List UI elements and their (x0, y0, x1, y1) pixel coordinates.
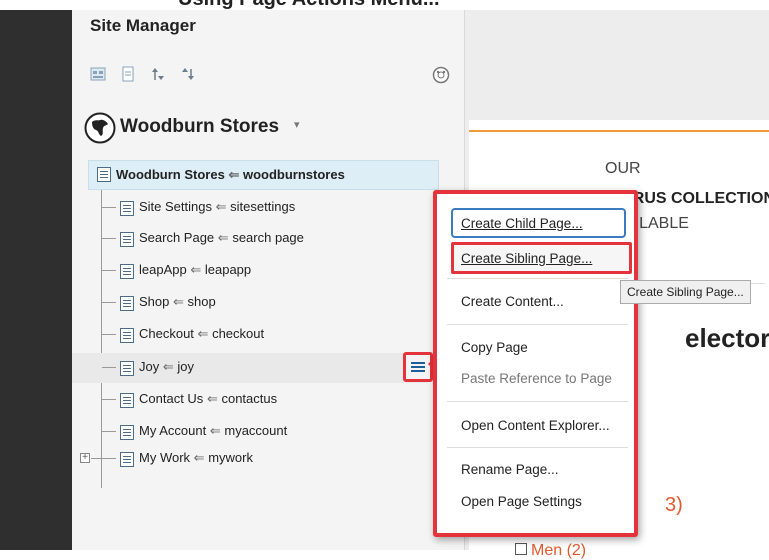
tree-item-my-account[interactable]: My Account ⇐ myaccount (72, 417, 464, 447)
open-content-explorer-item[interactable]: Open Content Explorer... (461, 418, 610, 433)
toolbar (90, 66, 450, 84)
tree-item-leapapp[interactable]: leapApp ⇐ leapapp (72, 256, 464, 286)
site-map-icon[interactable] (90, 66, 106, 82)
page-tree: Woodburn Stores ⇐ woodburnstores Site Se… (72, 160, 464, 488)
page-icon (95, 165, 111, 182)
menu-item-label: Create Child Page... (461, 216, 583, 231)
site-name: Woodburn Stores (120, 116, 280, 137)
banner-our: OUR (605, 160, 641, 177)
top-strip: Using Page Actions Menu... (0, 0, 769, 10)
tree-node-label: My Work ⇐ mywork (139, 450, 253, 465)
tooltip: Create Sibling Page... (620, 280, 751, 304)
page-icon (118, 450, 134, 467)
copy-page-item[interactable]: Copy Page (461, 340, 528, 355)
tree-node-label: Search Page ⇐ search page (139, 230, 304, 245)
site-manager-panel: Site Manager Woodburn Stores ▾ Woodburn … (72, 10, 465, 550)
tree-item-checkout[interactable]: Checkout ⇐ checkout (72, 320, 464, 350)
globe-icon (84, 112, 116, 144)
menu-item-label: Create Sibling Page... (461, 251, 593, 266)
left-navigation-rail (0, 10, 72, 550)
move-up-icon[interactable] (150, 66, 166, 82)
create-sibling-page-item[interactable]: Create Sibling Page... (451, 242, 632, 274)
page-icon (118, 262, 134, 279)
panel-title: Site Manager (90, 16, 196, 35)
tree-node-label: leapApp ⇐ leapapp (139, 262, 252, 277)
page-icon (118, 423, 134, 440)
site-selector[interactable]: Woodburn Stores ▾ (84, 112, 444, 148)
tree-node-label: Checkout ⇐ checkout (139, 326, 265, 341)
menu-separator (447, 324, 628, 325)
menu-separator (447, 447, 628, 448)
tree-node-label: Site Settings ⇐ sitesettings (139, 199, 296, 214)
page-icon (118, 391, 134, 408)
tree-item-joy[interactable]: Joy ⇐ joy (72, 353, 428, 383)
divider (469, 130, 769, 132)
tree-item-my-work[interactable]: + My Work ⇐ mywork (72, 448, 464, 478)
open-page-settings-item[interactable]: Open Page Settings (461, 494, 582, 509)
tree-root-woodburn-stores[interactable]: Woodburn Stores ⇐ woodburnstores (88, 160, 439, 190)
selector-heading: elector (685, 323, 769, 353)
page-icon (118, 199, 134, 216)
tree-node-label: Woodburn Stores ⇐ woodburnstores (116, 167, 345, 182)
hamburger-icon (411, 366, 425, 368)
chevron-down-icon[interactable]: ▾ (294, 118, 300, 131)
count-text: 3) (665, 494, 683, 516)
create-child-page-item[interactable]: Create Child Page... (451, 208, 626, 238)
tree-node-label: Contact Us ⇐ contactus (139, 391, 278, 406)
page-actions-menu: Create Child Page... Create Sibling Page… (433, 190, 638, 537)
tree-node-label: Joy ⇐ joy (139, 359, 195, 374)
tree-item-contact-us[interactable]: Contact Us ⇐ contactus (72, 385, 464, 415)
globe-settings-icon[interactable] (432, 66, 450, 84)
page-icon[interactable] (120, 66, 136, 82)
page-icon (118, 326, 134, 343)
tree-node-label: Shop ⇐ shop (139, 294, 216, 309)
rename-page-item[interactable]: Rename Page... (461, 462, 559, 477)
page-icon (118, 359, 134, 376)
page-icon (118, 230, 134, 247)
create-content-item[interactable]: Create Content... (461, 294, 564, 309)
tree-item-shop[interactable]: Shop ⇐ shop (72, 288, 464, 318)
category-men[interactable]: Men (2) (515, 542, 586, 560)
move-down-icon[interactable] (180, 66, 196, 82)
menu-separator (447, 401, 628, 402)
tree-node-label: My Account ⇐ myaccount (139, 423, 288, 438)
menu-separator (447, 278, 628, 279)
checkbox[interactable] (515, 543, 527, 555)
partial-heading: Using Page Actions Menu... (178, 0, 440, 10)
tree-item-search-page[interactable]: Search Page ⇐ search page (72, 224, 464, 254)
paste-reference-item[interactable]: Paste Reference to Page (461, 371, 612, 386)
page-icon (118, 294, 134, 311)
tree-item-site-settings[interactable]: Site Settings ⇐ sitesettings (72, 193, 464, 223)
expand-icon[interactable]: + (80, 453, 90, 463)
